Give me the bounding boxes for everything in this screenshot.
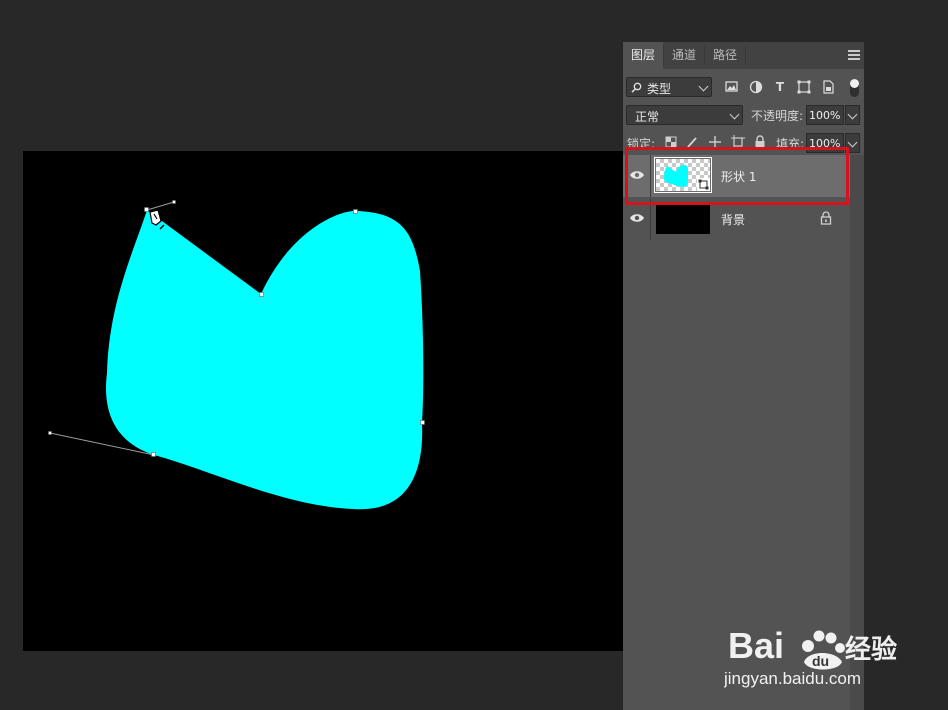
svg-text:jingyan.baidu.com: jingyan.baidu.com — [724, 669, 861, 688]
opacity-label: 不透明度: — [751, 109, 804, 123]
shape-layer-filter-icon[interactable] — [796, 79, 812, 95]
chevron-down-icon — [729, 109, 740, 120]
document-canvas[interactable] — [23, 151, 623, 651]
adjustment-layer-filter-icon[interactable] — [748, 79, 764, 95]
chevron-down-icon — [698, 81, 709, 92]
svg-text:Bai: Bai — [728, 625, 784, 666]
layer-filter-row: 类型 T — [623, 74, 864, 100]
opacity-dropdown[interactable] — [845, 105, 860, 125]
type-layer-filter-icon[interactable]: T — [772, 79, 788, 95]
cyan-shape[interactable] — [106, 210, 424, 510]
baidu-logo-icon: Bai du 经验 jingyan.baidu.com — [723, 625, 897, 688]
blend-opacity-row: 正常 不透明度: 100% — [623, 104, 864, 128]
layer-name[interactable]: 背景 — [721, 211, 745, 228]
panel-tab-bar: 图层 通道 路径 — [623, 42, 864, 69]
panel-menu-icon[interactable] — [848, 48, 860, 62]
svg-text:du: du — [812, 653, 829, 669]
pixel-layer-filter-icon[interactable] — [724, 79, 740, 95]
baidu-jingyan-watermark: Bai du 经验 jingyan.baidu.com — [723, 606, 944, 696]
tab-paths[interactable]: 路径 — [705, 42, 745, 69]
tab-layers[interactable]: 图层 — [623, 42, 663, 69]
blend-mode-select[interactable]: 正常 — [626, 105, 743, 125]
filter-kind-select[interactable]: 类型 — [626, 77, 712, 97]
eye-visibility-icon[interactable] — [629, 210, 645, 226]
smart-object-filter-icon[interactable] — [820, 79, 836, 95]
svg-text:经验: 经验 — [845, 634, 897, 665]
chevron-down-icon — [847, 109, 858, 120]
tab-channels[interactable]: 通道 — [664, 42, 704, 69]
filter-toggle[interactable] — [850, 79, 859, 97]
opacity-input[interactable]: 100% — [806, 105, 844, 125]
search-icon — [631, 82, 642, 93]
filter-kind-value: 类型 — [647, 82, 672, 96]
blend-mode-value: 正常 — [635, 110, 660, 124]
canvas-artwork — [48, 200, 425, 510]
chevron-down-icon — [847, 137, 858, 148]
layer-thumbnail-background — [656, 202, 710, 234]
highlight-box — [625, 147, 849, 205]
lock-icon — [820, 211, 832, 225]
